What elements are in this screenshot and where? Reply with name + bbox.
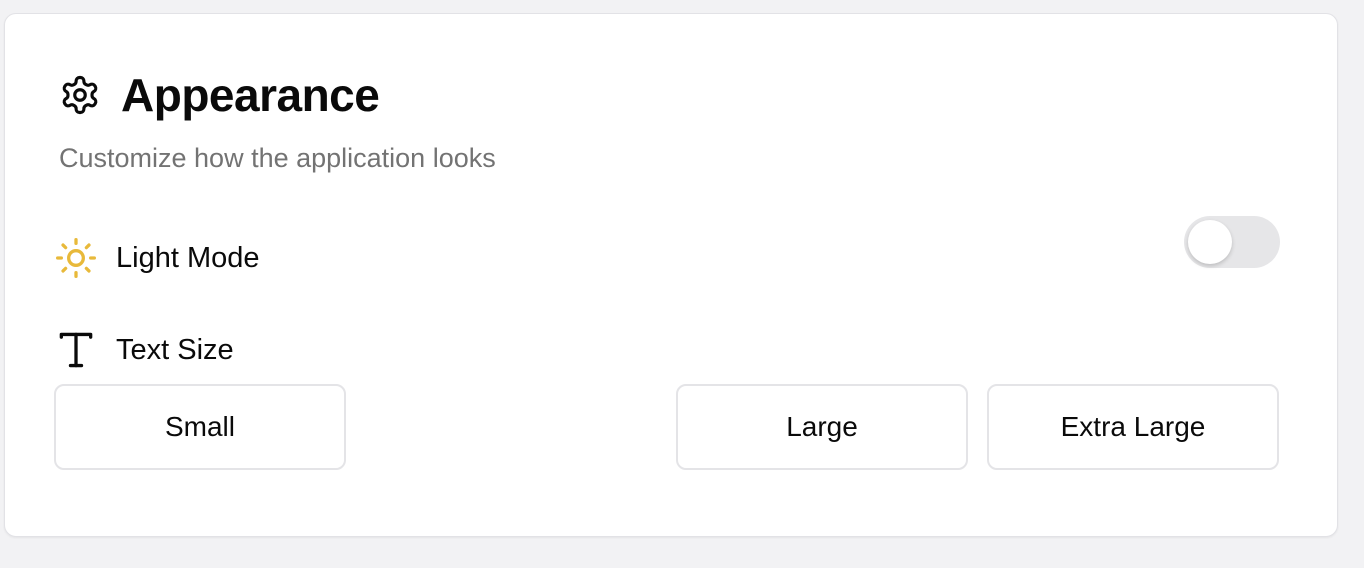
light-mode-label: Light Mode	[116, 241, 260, 274]
text-size-extra-large-button[interactable]: Extra Large	[987, 384, 1279, 470]
text-size-large-button[interactable]: Large	[676, 384, 968, 470]
toggle-knob	[1188, 220, 1232, 264]
card-subtitle: Customize how the application looks	[59, 143, 496, 173]
card-title: Appearance	[121, 69, 380, 121]
light-mode-toggle[interactable]	[1184, 216, 1280, 268]
text-size-row: Text Size	[54, 328, 234, 372]
sun-icon	[54, 236, 98, 280]
text-t-icon	[54, 328, 98, 372]
card-header: Appearance	[59, 69, 380, 121]
gear-icon	[59, 74, 101, 116]
text-size-label: Text Size	[116, 333, 234, 366]
light-mode-row: Light Mode	[54, 236, 260, 280]
text-size-small-button[interactable]: Small	[54, 384, 346, 470]
